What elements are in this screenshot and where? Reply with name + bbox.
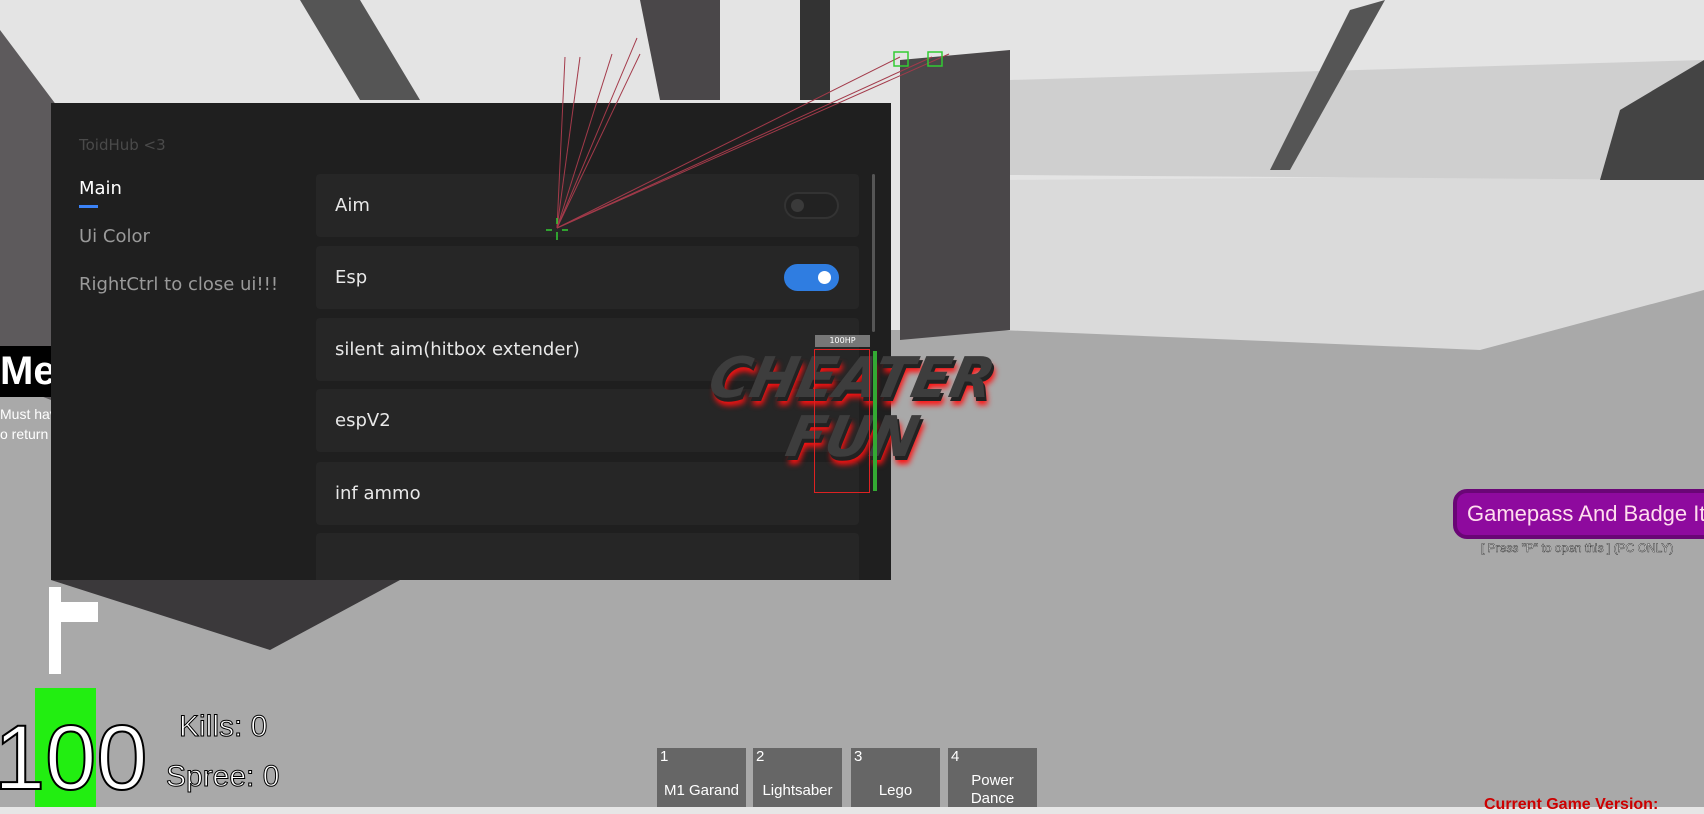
esp-health-bar [873, 351, 877, 491]
game-version-label: Current Game Version: [1484, 796, 1659, 813]
gamepass-button[interactable]: Gamepass And Badge Item [1453, 489, 1704, 539]
option-partial[interactable] [316, 533, 859, 580]
nav-ui-color[interactable]: Ui Color [79, 226, 150, 247]
hotbar-slot-3[interactable]: 3 Lego [851, 748, 940, 807]
option-label: silent aim(hitbox extender) [335, 339, 580, 360]
menu-title: ToidHub <3 [79, 136, 166, 154]
gamepass-hint: [ Press "P" to open this ] (PC ONLY) [1481, 541, 1674, 556]
close-hint: RightCtrl to close ui!!! [79, 274, 279, 295]
option-label: Esp [335, 267, 368, 288]
esp-box [814, 349, 870, 493]
option-label: Aim [335, 195, 370, 216]
sign-line1: Must hav [0, 406, 51, 422]
option-aim[interactable]: Aim [316, 174, 859, 237]
hotbar-slot-1[interactable]: 1 M1 Garand [657, 748, 746, 807]
weapon-icon [49, 587, 61, 674]
option-esp[interactable]: Esp [316, 246, 859, 309]
nav-main[interactable]: Main [79, 178, 122, 199]
sign-line2: o return l [0, 426, 51, 442]
cheat-menu-panel: ToidHub <3 Main Ui Color RightCtrl to cl… [51, 103, 891, 580]
option-label: inf ammo [335, 483, 421, 504]
sign-title: Me [0, 346, 51, 397]
kills-counter: Kills: 0 [178, 710, 268, 744]
esp-hp-label: 100HP [815, 335, 870, 347]
aim-toggle[interactable] [784, 192, 839, 219]
esp-toggle[interactable] [784, 264, 839, 291]
scrollbar[interactable] [872, 174, 875, 332]
hotbar-slot-4[interactable]: 4 Power Dance [948, 748, 1037, 807]
option-label: espV2 [335, 410, 391, 431]
spree-counter: Spree: 0 [165, 760, 280, 794]
health-value: 100 [0, 707, 148, 809]
hotbar-slot-2[interactable]: 2 Lightsaber [753, 748, 842, 807]
active-tab-indicator [79, 205, 98, 208]
